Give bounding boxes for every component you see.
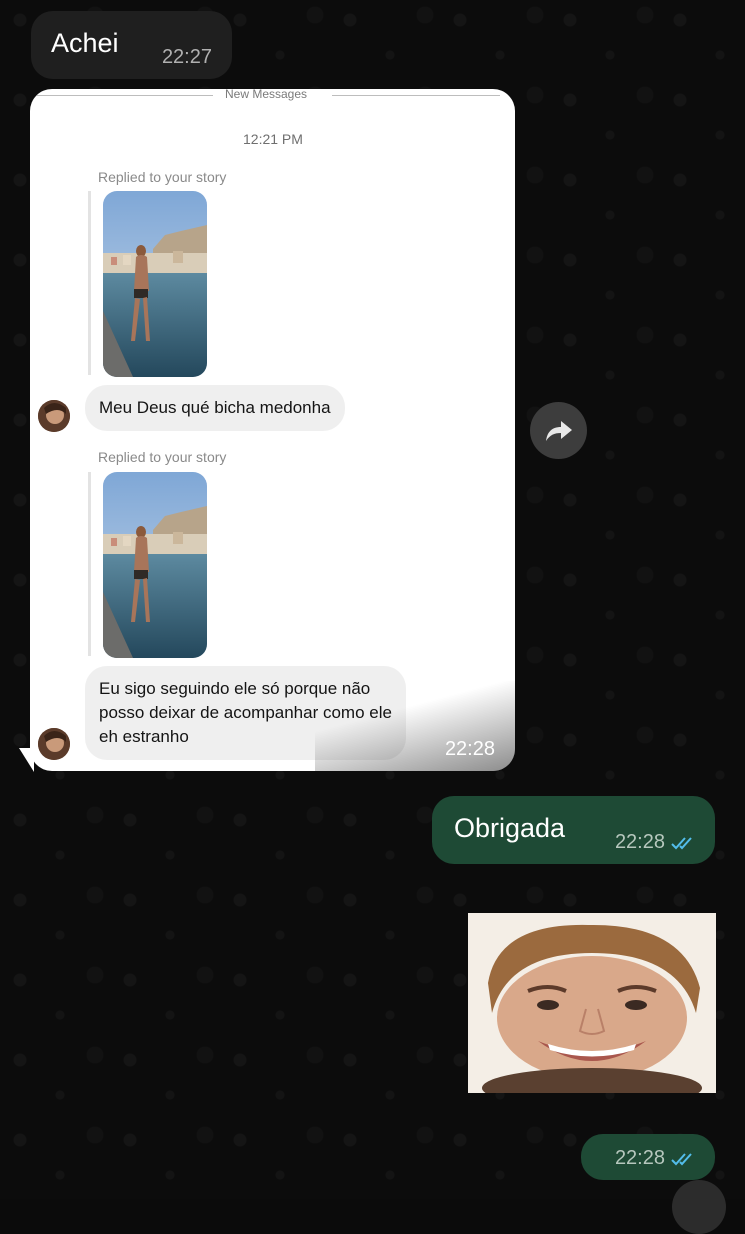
replied-to-story-label: Replied to your story — [98, 449, 227, 465]
sticker-time-bubble: 22:28 — [581, 1134, 715, 1180]
double-check-icon — [671, 1152, 692, 1165]
message-meta: 22:28 — [615, 1147, 697, 1170]
incoming-message-bubble[interactable]: Achei 22:27 — [31, 11, 232, 79]
outgoing-message-bubble[interactable]: Obrigada 22:28 — [432, 796, 715, 864]
message-time: 22:28 — [614, 831, 665, 853]
screenshot-time-label: 12:21 PM — [243, 131, 303, 147]
replied-to-story-label: Replied to your story — [98, 169, 227, 185]
reply-bar — [88, 191, 91, 375]
message-time: 22:28 — [444, 738, 495, 760]
message-time: 22:28 — [614, 1147, 665, 1169]
avatar — [38, 728, 70, 760]
sticker-image[interactable] — [468, 913, 716, 1093]
new-messages-label: New Messages — [225, 89, 308, 101]
story-reply-text: Meu Deus qué bicha medonha — [99, 398, 331, 417]
reply-bar — [88, 472, 91, 656]
incoming-image-message[interactable]: New Messages 12:21 PM Replied to your st… — [30, 89, 515, 771]
avatar — [38, 400, 70, 432]
message-meta: 22:28 — [615, 831, 697, 854]
double-check-icon — [671, 836, 692, 849]
divider-line — [332, 95, 500, 96]
scroll-down-button[interactable] — [672, 1180, 726, 1234]
new-messages-divider: New Messages — [30, 89, 515, 103]
story-thumbnail — [103, 191, 207, 377]
story-thumbnail — [103, 472, 207, 658]
divider-line — [30, 95, 213, 96]
forward-button[interactable] — [530, 402, 587, 459]
story-reply-message: Meu Deus qué bicha medonha — [85, 385, 345, 431]
message-time: 22:27 — [161, 46, 212, 68]
message-text: Achei — [51, 28, 119, 58]
forward-icon — [545, 420, 572, 441]
message-text: Obrigada — [454, 813, 566, 843]
